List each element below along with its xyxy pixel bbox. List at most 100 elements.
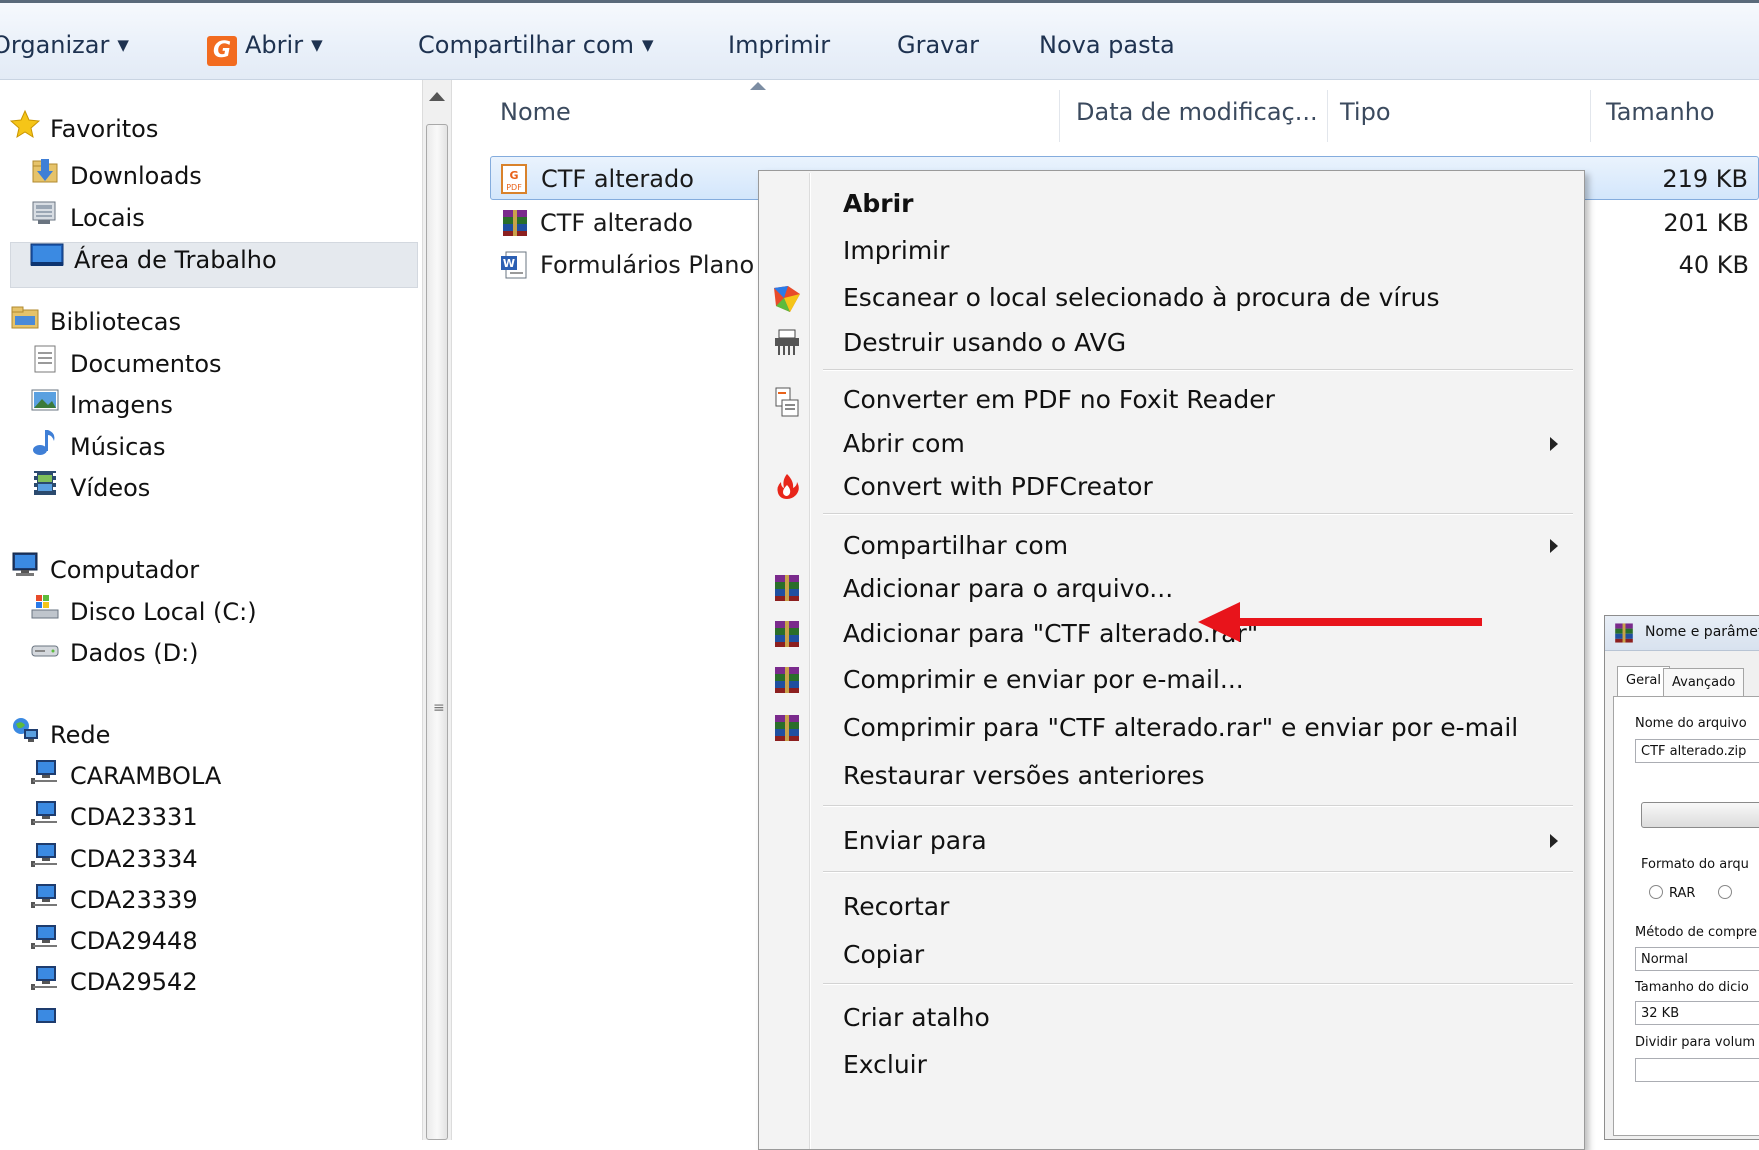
winrar-icon [772, 665, 802, 699]
nav-videos-label: Vídeos [70, 474, 151, 502]
network-computer-icon [30, 962, 60, 1004]
nav-local-disk[interactable]: Disco Local (C:) [30, 592, 257, 632]
file-name: Formulários Plano [540, 251, 755, 279]
new-folder-button[interactable]: Nova pasta [1039, 31, 1175, 59]
share-with-button[interactable]: Compartilhar com ▼ [418, 31, 654, 59]
file-name: CTF alterado [540, 209, 693, 237]
column-divider[interactable] [1059, 90, 1060, 142]
archive-name-field[interactable]: CTF alterado.zip [1635, 739, 1759, 763]
nav-network[interactable]: Rede [10, 715, 110, 755]
submenu-arrow-icon [1550, 834, 1558, 848]
tab-avancado[interactable]: Avançado [1663, 668, 1745, 697]
nav-locais[interactable]: Locais [30, 198, 145, 238]
nav-network-host[interactable]: CDA29448 [30, 921, 198, 961]
nav-network-host[interactable]: CDA29542 [30, 962, 198, 1002]
menu-item-open-with[interactable]: Abrir com [843, 422, 965, 466]
menu-item-shred-avg[interactable]: Destruir usando o AVG [843, 321, 1126, 365]
music-note-icon [30, 427, 60, 469]
dialog-title: Nome e parâmet [1645, 624, 1759, 640]
compression-method-label: Método de compre [1635, 925, 1758, 940]
images-icon [30, 385, 60, 427]
desktop-icon [30, 240, 64, 282]
nav-network-host[interactable]: CARAMBOLA [30, 756, 221, 796]
pdfcreator-flame-icon [772, 471, 802, 505]
nav-network-host[interactable]: CDA23331 [30, 797, 198, 837]
nav-network-host-label: CDA23339 [70, 886, 198, 914]
nav-local-disk-label: Disco Local (C:) [70, 598, 257, 626]
menu-item-copy[interactable]: Copiar [843, 933, 924, 977]
nav-downloads[interactable]: Downloads [30, 156, 202, 196]
print-button[interactable]: Imprimir [728, 31, 830, 59]
nav-network-host-label: CDA23334 [70, 845, 198, 873]
nav-network-host[interactable]: CDA23339 [30, 880, 198, 920]
scrollbar-thumb[interactable]: ≡ [426, 124, 448, 1140]
menu-item-send-to[interactable]: Enviar para [843, 819, 987, 863]
open-button[interactable]: G Abrir ▼ [207, 31, 323, 66]
nav-music[interactable]: Músicas [30, 427, 166, 467]
rar-radio[interactable]: RAR [1649, 885, 1695, 901]
split-volumes-field[interactable] [1635, 1058, 1759, 1082]
command-bar: Organizar ▼ G Abrir ▼ Compartilhar com ▼ Imp… [0, 0, 1759, 80]
file-name: CTF alterado [541, 165, 694, 193]
organize-button[interactable]: Organizar ▼ [0, 31, 129, 59]
nav-network-label: Rede [50, 721, 111, 749]
column-header-type[interactable]: Tipo [1340, 98, 1391, 126]
burn-button[interactable]: Gravar [897, 31, 979, 59]
column-divider[interactable] [1590, 90, 1591, 142]
menu-item-delete[interactable]: Excluir [843, 1043, 927, 1087]
nav-locais-label: Locais [70, 204, 145, 232]
menu-item-compress-email[interactable]: Comprimir e enviar por e-mail... [843, 658, 1244, 702]
menu-item-convert-pdfcreator[interactable]: Convert with PDFCreator [843, 465, 1153, 509]
navigation-pane: Favoritos Downloads Locais Área de Traba… [0, 80, 422, 1140]
winrar-icon [772, 573, 802, 607]
nav-desktop-label: Área de Trabalho [74, 246, 277, 274]
submenu-arrow-icon [1550, 437, 1558, 451]
nav-scrollbar[interactable]: ≡ [422, 80, 452, 1140]
menu-item-share-with[interactable]: Compartilhar com [843, 524, 1068, 568]
nav-network-host-partial[interactable] [30, 1004, 70, 1034]
nav-desktop[interactable]: Área de Trabalho [30, 240, 277, 280]
menu-item-restore-versions[interactable]: Restaurar versões anteriores [843, 754, 1205, 798]
file-size: 40 KB [1678, 251, 1749, 279]
compression-method-select[interactable]: Normal [1635, 947, 1759, 971]
menu-item-open[interactable]: Abrir [843, 182, 913, 226]
menu-item-convert-foxit[interactable]: Converter em PDF no Foxit Reader [843, 378, 1275, 422]
nav-documents[interactable]: Documentos [30, 344, 222, 384]
profiles-button[interactable]: P [1641, 802, 1759, 828]
nav-libraries[interactable]: Bibliotecas [10, 302, 181, 342]
menu-item-cut[interactable]: Recortar [843, 885, 949, 929]
nav-downloads-label: Downloads [70, 162, 202, 190]
svg-text:G: G [509, 169, 518, 182]
nav-data-drive[interactable]: Dados (D:) [30, 633, 199, 673]
menu-item-create-shortcut[interactable]: Criar atalho [843, 996, 990, 1040]
column-header-date[interactable]: Data de modificaç... [1076, 98, 1318, 126]
winrar-icon [1613, 622, 1635, 648]
word-doc-icon: W [500, 250, 528, 294]
chevron-down-icon: ▼ [311, 36, 323, 54]
share-label: Compartilhar com [418, 31, 635, 59]
zip-radio[interactable] [1718, 885, 1738, 901]
nav-network-host[interactable]: CDA23334 [30, 839, 198, 879]
menu-item-print[interactable]: Imprimir [843, 229, 949, 273]
dictionary-size-select[interactable]: 32 KB [1635, 1001, 1759, 1025]
nav-computer[interactable]: Computador [10, 550, 199, 590]
radio-icon [1718, 885, 1732, 899]
network-icon [10, 715, 40, 757]
nav-images[interactable]: Imagens [30, 385, 173, 425]
documents-icon [30, 344, 60, 386]
menu-item-scan-virus[interactable]: Escanear o local selecionado à procura d… [843, 276, 1439, 320]
arrow-shaft [1232, 618, 1482, 626]
dialog-title-bar[interactable]: Nome e parâmet [1605, 616, 1759, 651]
column-header-size[interactable]: Tamanho [1606, 98, 1715, 126]
menu-item-add-to-archive[interactable]: Adicionar para o arquivo... [843, 567, 1173, 611]
dictionary-size-label: Tamanho do dicio [1635, 980, 1749, 995]
nav-favorites[interactable]: Favoritos [9, 109, 158, 149]
scroll-up-arrow-icon[interactable] [429, 92, 445, 101]
menu-item-compress-rar-email[interactable]: Comprimir para "CTF alterado.rar" e envi… [843, 706, 1518, 750]
menu-icon-gutter-highlight [810, 173, 811, 1149]
nav-videos[interactable]: Vídeos [30, 468, 150, 508]
column-divider[interactable] [1327, 90, 1328, 142]
nav-network-host-label: CDA23331 [70, 803, 198, 831]
context-menu: Abrir Imprimir Escanear o local selecion… [758, 170, 1585, 1150]
column-header-name[interactable]: Nome [500, 98, 571, 126]
